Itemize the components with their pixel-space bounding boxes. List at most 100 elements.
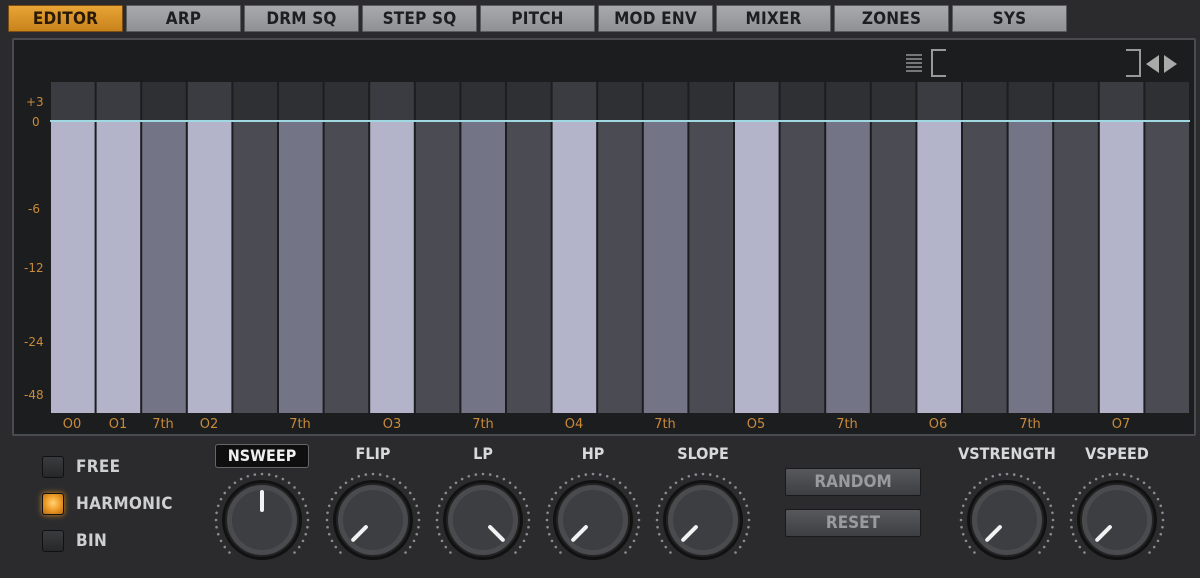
harmonic-bar[interactable] (461, 121, 505, 413)
harmonic-bar[interactable] (1008, 121, 1053, 413)
harmonic-bar[interactable] (643, 121, 688, 413)
harmonic-bar[interactable] (142, 121, 186, 413)
tab-sys[interactable]: SYS (952, 5, 1067, 32)
harmonic-bar[interactable] (735, 121, 779, 413)
knob-tick (525, 532, 529, 536)
tab-drm-sq[interactable]: DRM SQ (244, 5, 359, 32)
knob-tick (339, 486, 342, 489)
knob-tick (1161, 511, 1164, 515)
preset-list-icon[interactable] (906, 54, 922, 72)
harmonic-bar[interactable] (96, 121, 141, 413)
next-arrow-icon[interactable] (1164, 55, 1177, 73)
bar-headroom[interactable] (51, 82, 95, 121)
mode-free-led[interactable] (42, 456, 64, 478)
knob-tick (964, 539, 968, 543)
preset-name-field[interactable] (931, 49, 1141, 77)
harmonic-bar[interactable] (187, 121, 232, 413)
mode-harmonic[interactable]: HARMONIC (42, 493, 173, 515)
bar-headroom[interactable] (1054, 82, 1098, 121)
harmonic-bar[interactable] (507, 121, 551, 413)
harmonic-bar[interactable] (51, 121, 95, 413)
knob-tick (973, 486, 976, 489)
knob-tick (481, 472, 485, 476)
slope-knob[interactable] (653, 470, 753, 570)
bar-headroom[interactable] (96, 82, 141, 121)
harmonic-bar[interactable] (917, 121, 961, 413)
harmonic-bar[interactable] (233, 121, 277, 413)
bar-headroom[interactable] (552, 82, 597, 121)
harmonic-bar[interactable] (415, 121, 460, 413)
knob-tick (330, 539, 334, 543)
bar-headroom[interactable] (643, 82, 688, 121)
bar-headroom[interactable] (187, 82, 232, 121)
knob-tick (1142, 481, 1146, 485)
tab-mod-env[interactable]: MOD ENV (598, 5, 713, 32)
harmonic-bar[interactable] (598, 121, 642, 413)
knob-tick (527, 511, 530, 515)
knob-tick (745, 532, 749, 536)
bar-headroom[interactable] (233, 82, 277, 121)
bar-headroom[interactable] (415, 82, 460, 121)
bar-headroom[interactable] (871, 82, 916, 121)
knob-tick (518, 545, 522, 549)
lp-knob[interactable] (433, 470, 533, 570)
mode-harmonic-label: HARMONIC (76, 494, 173, 514)
prev-arrow-icon[interactable] (1146, 55, 1159, 73)
tab-pitch[interactable]: PITCH (480, 5, 595, 32)
harmonic-bar-graph[interactable]: +3 0 -6 -12 -24 -48 O0 O1 7th O2 7th O3 … (14, 40, 1194, 434)
harmonic-bar[interactable] (826, 121, 870, 413)
tab-step-sq[interactable]: STEP SQ (362, 5, 477, 32)
tab-mixer[interactable]: MIXER (716, 5, 831, 32)
harmonic-bar[interactable] (370, 121, 414, 413)
harmonic-bar[interactable] (552, 121, 597, 413)
knob-tick (488, 473, 492, 476)
tab-arp[interactable]: ARP (126, 5, 241, 32)
knob-tick (598, 473, 602, 476)
harmonic-bar[interactable] (780, 121, 825, 413)
harmonic-bar[interactable] (963, 121, 1007, 413)
bar-headroom[interactable] (1099, 82, 1144, 121)
harmonic-bar[interactable] (1145, 121, 1189, 413)
tab-zones[interactable]: ZONES (834, 5, 949, 32)
bar-headroom[interactable] (370, 82, 414, 121)
knob-tick (1148, 551, 1151, 554)
nsweep-knob[interactable] (212, 470, 312, 570)
bar-headroom[interactable] (826, 82, 870, 121)
harmonic-bar[interactable] (689, 121, 733, 413)
bar-headroom[interactable] (461, 82, 505, 121)
vspeed-knob[interactable] (1067, 470, 1167, 570)
harmonic-bar[interactable] (324, 121, 369, 413)
bar-headroom[interactable] (142, 82, 186, 121)
tab-editor[interactable]: EDITOR (8, 5, 123, 32)
bar-headroom[interactable] (780, 82, 825, 121)
knob-tick (297, 491, 301, 495)
mode-free[interactable]: FREE (42, 456, 120, 478)
knob-tick (669, 551, 672, 554)
bar-headroom[interactable] (279, 82, 323, 121)
mode-harmonic-led[interactable] (42, 493, 64, 515)
bar-headroom[interactable] (598, 82, 642, 121)
mode-bin-led[interactable] (42, 530, 64, 552)
harmonic-bar[interactable] (1099, 121, 1144, 413)
bar-headroom[interactable] (1145, 82, 1189, 121)
bar-headroom[interactable] (1008, 82, 1053, 121)
bar-headroom[interactable] (507, 82, 551, 121)
spectrum-editor[interactable]: +3 0 -6 -12 -24 -48 O0 O1 7th O2 7th O3 … (12, 38, 1196, 436)
reset-button[interactable]: RESET (785, 509, 921, 537)
bar-headroom[interactable] (917, 82, 961, 121)
hp-knob[interactable] (543, 470, 643, 570)
vstrength-knob[interactable] (957, 470, 1057, 570)
harmonic-bar[interactable] (279, 121, 323, 413)
bar-headroom[interactable] (689, 82, 733, 121)
harmonic-bar[interactable] (871, 121, 916, 413)
bar-headroom[interactable] (735, 82, 779, 121)
random-button[interactable]: RANDOM (785, 468, 921, 496)
bar-headroom[interactable] (324, 82, 369, 121)
harmonic-bar[interactable] (1054, 121, 1098, 413)
knob-tick (550, 497, 554, 501)
flip-knob[interactable] (323, 470, 423, 570)
knob-tick (998, 473, 1002, 476)
knob-tick (357, 474, 361, 478)
bar-headroom[interactable] (963, 82, 1007, 121)
mode-bin[interactable]: BIN (42, 530, 107, 552)
